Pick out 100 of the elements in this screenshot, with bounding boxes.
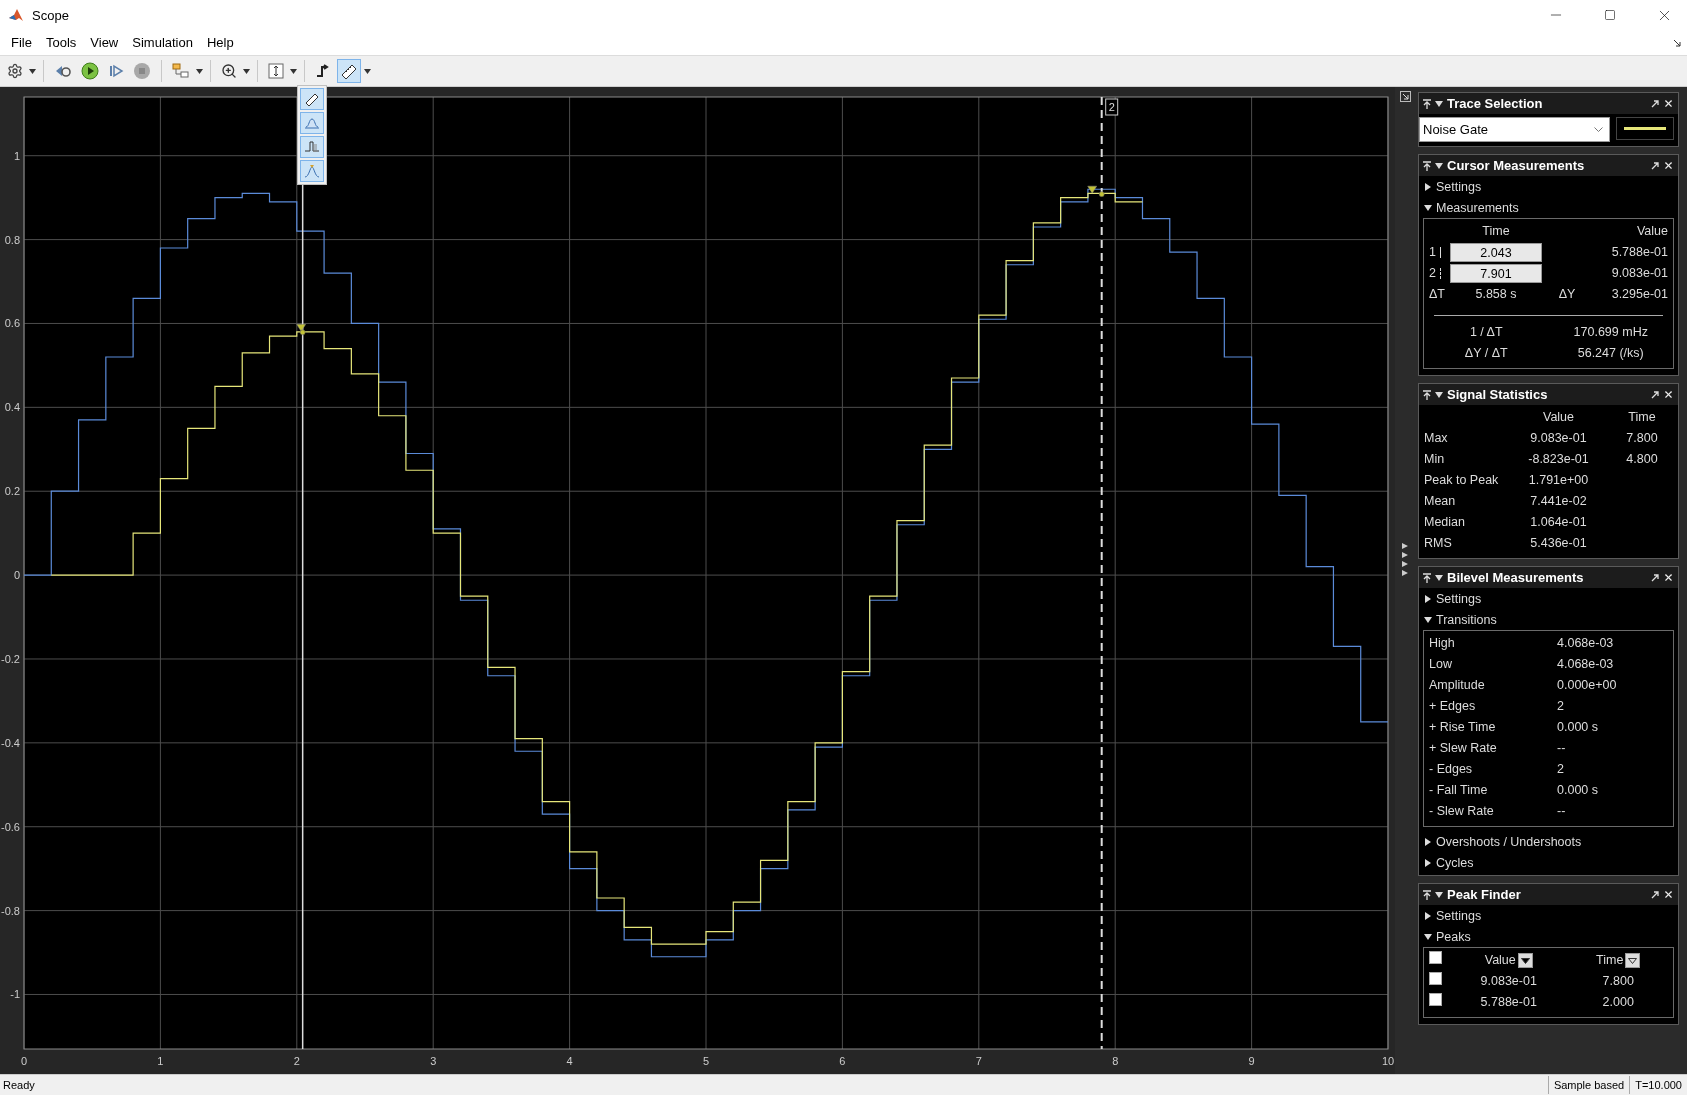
tick-label: -0.2 [1,652,20,665]
cursor-label: 2 [1105,98,1119,116]
mode-indicator: Sample based [1547,1076,1630,1094]
sort-button[interactable] [1625,953,1641,969]
dock-icon[interactable] [1399,91,1411,102]
time-field[interactable]: 2.043 [1450,243,1542,262]
statistic-label: Min [1423,451,1446,468]
collapse-icon [1435,161,1443,170]
measurement-label: - Slew Rate [1428,803,1495,820]
triangle-icon [1424,615,1432,624]
time-field[interactable]: 7.901 [1450,264,1542,283]
tick-label: 2 [293,1055,300,1067]
undock-icon[interactable] [1651,161,1659,170]
trace-dropdown[interactable]: Noise Gate [1419,117,1610,142]
section-toggle[interactable]: Measurements [1419,197,1678,218]
tick-label: 7 [975,1055,982,1067]
expand-arrows-icon[interactable] [1401,542,1409,578]
triangle-icon [1424,594,1432,603]
undock-icon[interactable] [1651,390,1659,399]
tick-label: -0.4 [1,736,20,749]
checkbox[interactable] [1429,993,1442,1006]
tick-label: 0.4 [4,401,20,414]
close-icon[interactable] [1663,572,1674,583]
time-indicator: T=10.000 [1629,1076,1687,1094]
sort-button[interactable] [1517,953,1533,969]
column-header: Time [1481,223,1511,240]
dock-icon[interactable] [1673,38,1681,47]
measurement-label: Amplitude [1428,677,1486,694]
panel-title: Cursor Measurements [1447,158,1586,173]
triangle-icon [1424,203,1432,212]
caret-icon[interactable] [364,68,371,74]
caret-icon[interactable] [196,68,203,74]
close-icon[interactable] [1663,889,1674,900]
triangle-icon [1424,182,1432,191]
pin-icon[interactable] [1423,160,1431,171]
tick-label: 9 [1248,1055,1255,1067]
section-toggle[interactable]: Settings [1419,176,1678,197]
maximize-icon[interactable] [1604,9,1616,21]
caret-icon[interactable] [29,68,36,74]
peak-value: 9.083e-01 [1479,973,1538,990]
measurement-label: + Slew Rate [1428,740,1498,757]
trace-color-swatch[interactable] [1616,117,1674,140]
statistic-value: 5.436e-01 [1529,535,1588,552]
menu-item[interactable]: Tools [38,33,84,52]
cursor-line[interactable] [1100,96,1103,1050]
cursor-marker[interactable] [1087,185,1105,197]
section-toggle[interactable]: Cycles [1419,852,1678,873]
cursor-number: 1 [1424,242,1450,263]
statistic-time: 7.800 [1625,430,1659,447]
tick-label: 0 [13,569,20,582]
tick-label: 1 [13,149,20,162]
pin-icon[interactable] [1423,572,1431,583]
chevron-icon[interactable] [1594,126,1603,133]
cursor-line-icon [1439,247,1441,259]
measurement-value: 0.000e+00 [1556,677,1618,694]
pin-icon[interactable] [1423,889,1431,900]
cursor-marker[interactable] [296,324,306,336]
section-toggle[interactable]: Settings [1419,588,1678,609]
close-icon[interactable] [1663,98,1674,109]
ratio-value: 56.247 (/ks) [1576,345,1645,362]
pin-icon[interactable] [1423,98,1431,109]
undock-icon[interactable] [1651,573,1659,582]
close-icon[interactable] [1663,160,1674,171]
menu-item[interactable]: Simulation [125,33,200,52]
collapse-icon [1435,390,1443,399]
undock-icon[interactable] [1651,890,1659,899]
caret-icon[interactable] [290,68,297,74]
caret-icon[interactable] [1628,957,1638,964]
cursor-line[interactable] [301,184,304,1050]
section-toggle[interactable]: Settings [1419,905,1678,926]
triangle-icon [1424,837,1432,846]
panel-title: Bilevel Measurements [1447,570,1585,585]
collapse-icon [1435,890,1443,899]
close-icon[interactable] [1663,389,1674,400]
ratio-label: 1 / ΔT [1468,324,1504,341]
ratio-label: ΔY / ΔT [1463,345,1509,362]
section-toggle[interactable]: Peaks [1419,926,1678,947]
menu-item[interactable]: Help [199,33,241,52]
measurement-label: - Fall Time [1428,782,1489,799]
pin-icon[interactable] [1423,389,1431,400]
measurement-label: - Edges [1428,761,1474,778]
checkbox[interactable] [1429,972,1442,985]
section-toggle[interactable]: Overshoots / Undershoots [1419,831,1678,852]
measurement-value: 0.000 s [1556,782,1599,799]
caret-icon[interactable] [1520,957,1530,964]
caret-icon[interactable] [243,68,250,74]
measurement-value: 2 [1556,698,1565,715]
checkbox[interactable] [1429,951,1442,964]
measurement-label: + Edges [1428,698,1477,715]
panel-title: Trace Selection [1447,96,1544,111]
measurement-value: 2 [1556,761,1565,778]
undock-icon[interactable] [1651,99,1659,108]
section-toggle[interactable]: Transitions [1419,609,1678,630]
menu-item[interactable]: View [83,33,126,52]
statistic-label: Median [1423,514,1466,531]
measurement-label: Low [1428,656,1453,673]
status-text: Ready [2,1079,36,1091]
menu-item[interactable]: File [4,33,39,52]
statistic-label: Mean [1423,493,1457,510]
measurement-value: 0.000 s [1556,719,1599,736]
